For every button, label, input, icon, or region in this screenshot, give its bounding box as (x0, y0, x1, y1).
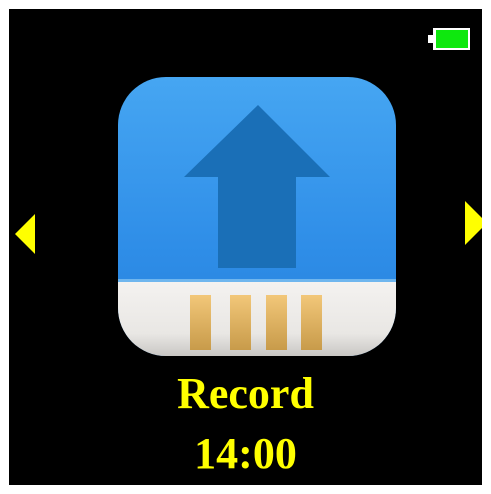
triangle-left-icon[interactable] (15, 214, 35, 254)
triangle-right-icon[interactable] (465, 201, 482, 245)
upload-storage-icon[interactable] (118, 77, 396, 356)
battery-fill (436, 30, 468, 48)
recording-time: 14:00 (194, 429, 297, 478)
device-screen: Record 14:00 (9, 9, 482, 485)
battery-icon (428, 28, 472, 50)
app-name: Record (177, 369, 314, 418)
